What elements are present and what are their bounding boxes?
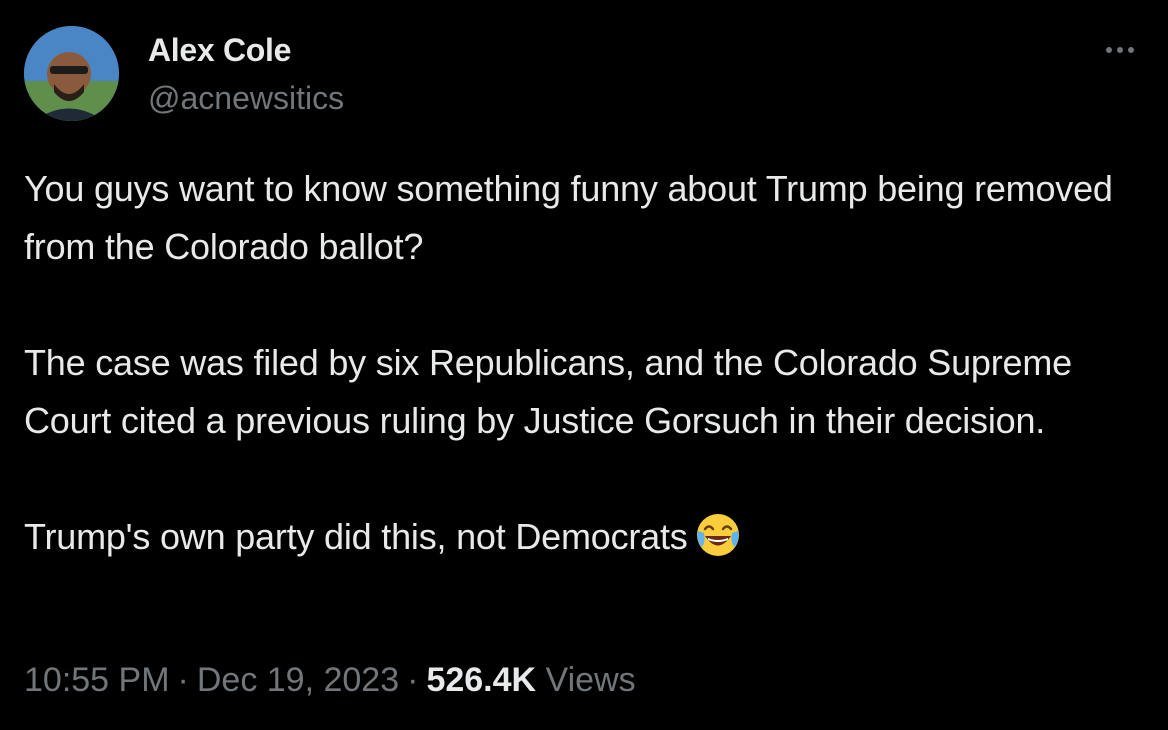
more-dot-icon	[1128, 47, 1134, 53]
author-handle[interactable]: @acnewsitics	[148, 78, 344, 118]
more-options-button[interactable]	[1096, 36, 1144, 64]
tweet-card: Alex Cole @acnewsitics You guys want to …	[0, 0, 1168, 730]
avatar-image	[24, 26, 119, 121]
meta-separator: ·	[177, 661, 189, 699]
views-count[interactable]: 526.4K	[426, 661, 536, 699]
avatar[interactable]	[24, 26, 119, 121]
more-dot-icon	[1106, 47, 1112, 53]
tweet-paragraph: The case was filed by six Republicans, a…	[24, 342, 1072, 441]
more-dot-icon	[1117, 47, 1123, 53]
tweet-text: You guys want to know something funny ab…	[24, 160, 1144, 566]
tweet-date[interactable]: Dec 19, 2023	[197, 661, 399, 699]
author-info: Alex Cole @acnewsitics	[148, 30, 344, 118]
author-display-name[interactable]: Alex Cole	[148, 30, 344, 70]
tweet-time[interactable]: 10:55 PM	[24, 661, 170, 699]
meta-separator: ·	[407, 661, 419, 699]
face-with-tears-of-joy-icon	[696, 514, 739, 556]
tweet-paragraph-text: Trump's own party did this, not Democrat…	[24, 516, 688, 557]
tweet-paragraph: You guys want to know something funny ab…	[24, 168, 1113, 267]
views-label: Views	[545, 661, 636, 699]
tweet-meta: 10:55 PM · Dec 19, 2023 · 526.4K Views	[24, 656, 636, 704]
tweet-paragraph-last: Trump's own party did this, not Democrat…	[24, 508, 1144, 566]
